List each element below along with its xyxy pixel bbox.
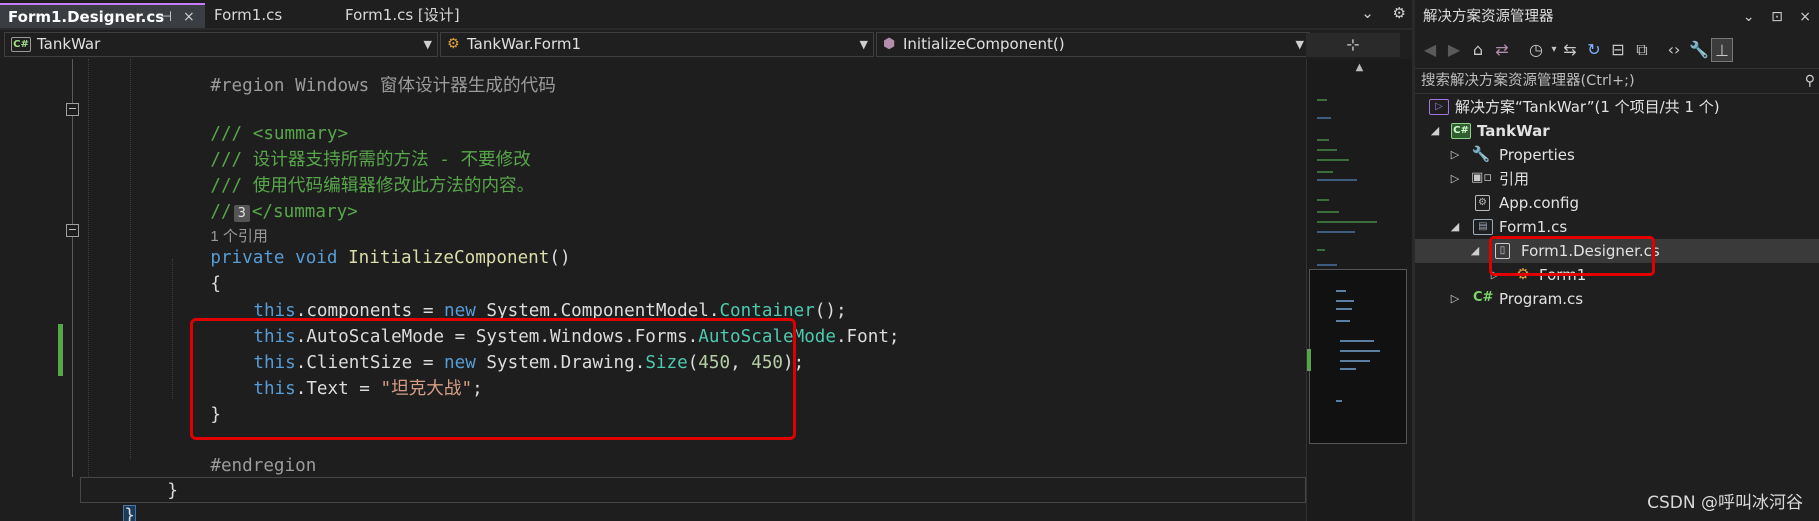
collapse-icon[interactable]: ⊟ [1609, 38, 1627, 62]
member-dropdown[interactable]: ⬢ InitializeComponent() ▼ [876, 32, 1310, 57]
change-marker [58, 324, 63, 376]
search-icon[interactable]: ⚲ [1805, 69, 1815, 93]
collapse-method-icon[interactable]: − [66, 224, 79, 237]
sync-icon[interactable]: ⇆ [1561, 38, 1579, 62]
config-file-icon: ⚙ [1475, 195, 1490, 211]
back-icon[interactable]: ◀ [1421, 38, 1439, 62]
minimap-scrollbar[interactable]: ▲ [1306, 59, 1412, 521]
references-icon: ▣▫ [1471, 170, 1493, 185]
class-dropdown[interactable]: ⚙ TankWar.Form1 ▼ [440, 32, 874, 57]
method-signature-line: private void InitializeComponent() [210, 248, 571, 268]
chevron-down-icon: ▼ [1295, 38, 1304, 51]
annotation-highlight-box [190, 318, 796, 440]
minimap-change-marker [1307, 349, 1311, 371]
solution-explorer-panel: 解决方案资源管理器 ⌄ ⊡ × ◀ ▶ ⌂ ⇄ ◷ ▾ ⇆ ↻ ⊟ ⧉ ‹› 🔧… [1415, 0, 1819, 521]
solution-explorer-title: 解决方案资源管理器 ⌄ ⊡ × [1415, 0, 1819, 34]
code-editor[interactable]: − − #region Windows 窗体设计器生成的代码 /// <summ… [0, 59, 1306, 521]
summary-line-1: /// 设计器支持所需的方法 - 不要修改 [210, 150, 531, 170]
tree-item-project[interactable]: ◢ C# TankWar [1415, 119, 1819, 143]
wrench-icon: 🔧 [1471, 145, 1491, 163]
view-code-icon[interactable]: ‹› [1665, 38, 1683, 62]
solution-search-input[interactable]: 搜索解决方案资源管理器(Ctrl+;) ⚲ [1415, 68, 1819, 94]
tab-list-dropdown-icon[interactable]: ⌄ [1361, 4, 1374, 22]
tree-item-references[interactable]: ▷ ▣▫ 引用 [1415, 167, 1819, 191]
refresh-icon[interactable]: ↻ [1585, 38, 1603, 62]
summary-open-line: /// <summary> [210, 124, 349, 144]
tab-label: Form1.cs [214, 6, 283, 24]
form-icon: ▤ [1473, 219, 1493, 235]
preview-icon[interactable]: ⊥ [1711, 38, 1733, 62]
csharp-project-icon: C# [1451, 123, 1471, 139]
tab-form1-cs[interactable]: Form1.cs [206, 3, 336, 28]
tab-form1-design[interactable]: Form1.cs [设计] [337, 3, 497, 28]
solution-explorer-toolbar: ◀ ▶ ⌂ ⇄ ◷ ▾ ⇆ ↻ ⊟ ⧉ ‹› 🔧 ⊥ [1415, 34, 1819, 66]
tree-item-properties[interactable]: ▷ 🔧 Properties [1415, 143, 1819, 167]
tree-item-appconfig[interactable]: ⚙ App.config [1415, 191, 1819, 215]
tab-label: Form1.cs [设计] [345, 6, 460, 24]
pin-icon[interactable]: ⊣ [160, 5, 172, 30]
tab-label: Form1.Designer.cs [8, 8, 165, 26]
method-open-brace: { [210, 274, 221, 294]
member-dropdown-label: InitializeComponent() [903, 35, 1065, 53]
expanded-triangle-icon[interactable]: ◢ [1469, 239, 1481, 263]
summary-line-2: /// 使用代码编辑器修改此方法的内容。 [210, 176, 535, 196]
navigation-bar: C# TankWar ▼ ⚙ TankWar.Form1 ▼ ⬢ Initial… [0, 30, 1412, 59]
csharp-project-icon: C# [11, 37, 31, 52]
tab-tools: ⌄ ⚙ [1347, 4, 1406, 22]
class-close-brace: } [167, 481, 178, 501]
components-line: this.components = new System.ComponentMo… [253, 301, 847, 321]
home-icon[interactable]: ⌂ [1469, 38, 1487, 62]
indent-guide [88, 59, 89, 477]
split-window-button[interactable]: ⊹ [1306, 33, 1400, 57]
tree-item-solution[interactable]: ▷ 解决方案“TankWar”(1 个项目/共 1 个) [1415, 95, 1819, 119]
collapse-summary-icon[interactable]: − [66, 103, 79, 116]
document-tab-strip: Form1.Designer.cs ⊣ × Form1.cs Form1.cs … [0, 0, 1412, 30]
gear-icon[interactable]: ⚙ [1393, 4, 1406, 22]
watermark: CSDN @呼叫冰河谷 [1647, 493, 1803, 513]
forward-icon[interactable]: ▶ [1445, 38, 1463, 62]
chevron-down-icon: ▼ [859, 38, 868, 51]
solution-icon: ▷ [1429, 99, 1449, 115]
collapsed-triangle-icon[interactable]: ▷ [1449, 143, 1461, 167]
indent-guide [130, 59, 131, 459]
summary-close-line: //3 </summary> [210, 202, 358, 222]
csharp-file-icon: C# [1473, 290, 1494, 305]
annotation-highlight-box [1489, 236, 1655, 276]
tab-form1-designer[interactable]: Form1.Designer.cs ⊣ × [0, 3, 205, 28]
close-icon[interactable]: × [1799, 9, 1811, 25]
show-all-icon[interactable]: ⧉ [1633, 38, 1651, 62]
collapsed-triangle-icon[interactable]: ▷ [1449, 167, 1461, 191]
current-line-highlight [80, 477, 1306, 503]
outline-line [72, 59, 73, 477]
vs-switch-icon[interactable]: ⇄ [1493, 38, 1511, 62]
project-dropdown[interactable]: C# TankWar ▼ [4, 32, 438, 57]
tree-item-program[interactable]: ▷ C# Program.cs [1415, 287, 1819, 311]
properties-icon[interactable]: 🔧 [1689, 38, 1709, 62]
class-icon: ⚙ [447, 36, 460, 52]
close-icon[interactable]: × [183, 5, 195, 30]
namespace-close-brace: } [82, 477, 136, 521]
expanded-triangle-icon[interactable]: ◢ [1449, 215, 1461, 239]
history-icon[interactable]: ◷ [1527, 38, 1545, 62]
class-dropdown-label: TankWar.Form1 [467, 35, 582, 53]
method-icon: ⬢ [883, 36, 896, 52]
chevron-down-icon[interactable]: ⌄ [1743, 9, 1755, 25]
collapsed-triangle-icon[interactable]: ▷ [1449, 287, 1461, 311]
expanded-triangle-icon[interactable]: ◢ [1429, 119, 1441, 143]
panel-title-tools: ⌄ ⊡ × [1731, 0, 1811, 34]
scroll-up-icon[interactable]: ▲ [1307, 59, 1412, 77]
pin-icon[interactable]: ⊡ [1771, 9, 1783, 25]
chevron-down-icon: ▼ [423, 38, 432, 51]
project-dropdown-label: TankWar [37, 35, 101, 53]
region-line: #region Windows 窗体设计器生成的代码 [210, 76, 556, 96]
minimap-viewport[interactable] [1309, 269, 1407, 444]
